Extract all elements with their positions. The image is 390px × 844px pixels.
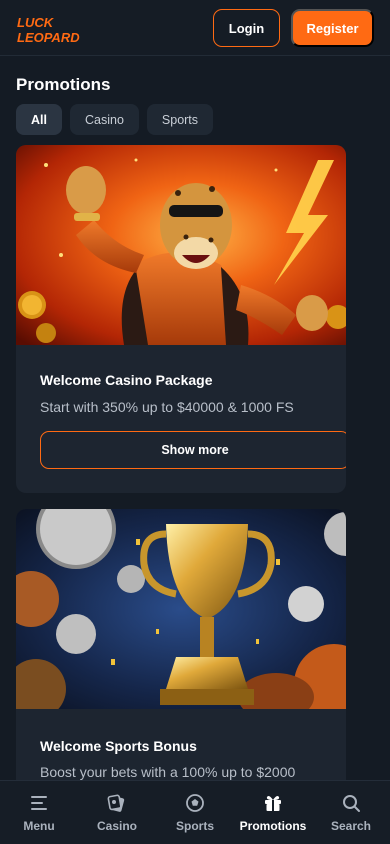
login-button[interactable]: Login <box>213 9 280 47</box>
page-title: Promotions <box>16 75 111 94</box>
nav-sports[interactable]: Sports <box>156 781 234 844</box>
promo-title: Welcome Sports Bonus <box>40 738 197 754</box>
top-header: LUCK LEOPARD Login Register <box>0 0 390 56</box>
menu-icon <box>31 796 47 810</box>
filter-casino[interactable]: Casino <box>69 104 139 135</box>
gift-icon <box>265 796 281 811</box>
nav-label: Promotions <box>239 819 307 833</box>
promo-description: Boost your bets with a 100% up to $2000 <box>40 764 296 780</box>
casino-icon <box>107 794 125 812</box>
filter-all[interactable]: All <box>16 104 62 135</box>
promotion-filters: All Casino Sports <box>16 104 214 135</box>
svg-text:LUCK: LUCK <box>17 15 55 30</box>
luck-leopard-logo[interactable]: LUCK LEOPARD <box>16 13 94 45</box>
sports-promo-image <box>16 509 346 709</box>
svg-text:LEOPARD: LEOPARD <box>17 30 80 45</box>
nav-promotions[interactable]: Promotions <box>234 781 312 844</box>
promo-card-sports: Welcome Sports Bonus Boost your bets wit… <box>16 509 346 799</box>
leopard-illustration <box>16 145 346 345</box>
register-button[interactable]: Register <box>291 9 374 47</box>
promo-description: Start with 350% up to $40000 & 1000 FS <box>40 399 294 415</box>
nav-label: Menu <box>23 819 55 833</box>
nav-casino[interactable]: Casino <box>78 781 156 844</box>
promo-title: Welcome Casino Package <box>40 372 213 388</box>
nav-label: Casino <box>96 819 137 833</box>
nav-menu[interactable]: Menu <box>0 781 78 844</box>
filter-sports[interactable]: Sports <box>146 104 214 135</box>
trophy-illustration <box>16 509 346 709</box>
show-more-button[interactable]: Show more <box>40 431 346 469</box>
promo-card-casino: Welcome Casino Package Start with 350% u… <box>16 145 346 493</box>
bottom-navigation: Menu Casino Sports Promotions Search <box>0 780 390 844</box>
nav-label: Search <box>330 819 372 833</box>
search-icon <box>343 795 360 812</box>
casino-promo-image <box>16 145 346 345</box>
nav-label: Sports <box>175 819 214 833</box>
logo-graphic: LUCK LEOPARD <box>17 15 80 45</box>
sports-icon <box>186 794 204 812</box>
nav-search[interactable]: Search <box>312 781 390 844</box>
